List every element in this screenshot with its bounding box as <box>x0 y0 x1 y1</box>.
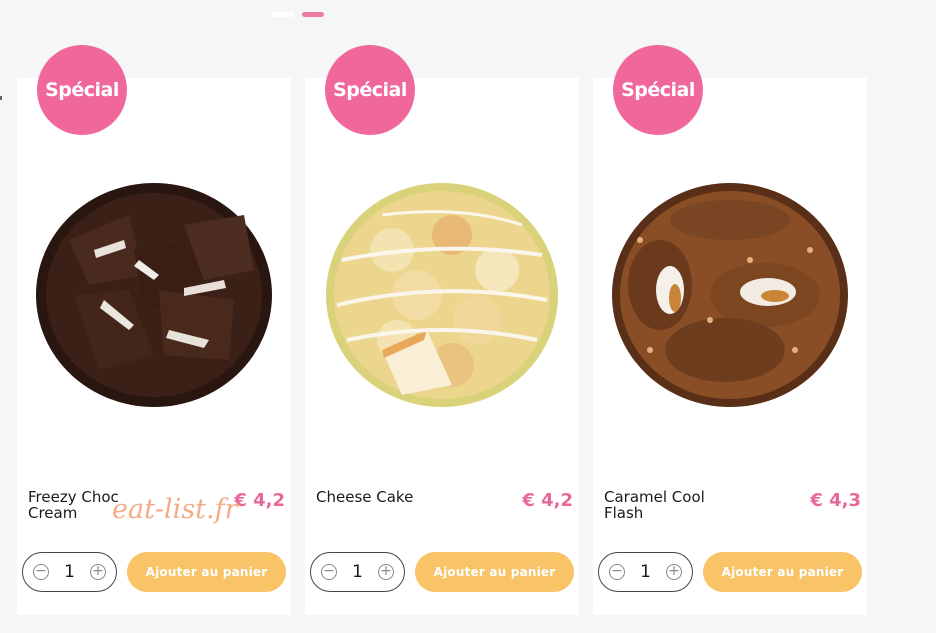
special-badge: Spécial <box>325 45 415 135</box>
add-to-cart-button[interactable]: Ajouter au panier <box>127 552 286 592</box>
quantity-value[interactable]: 1 <box>64 562 75 582</box>
minus-circle-icon[interactable]: − <box>609 564 625 580</box>
quantity-value[interactable]: 1 <box>352 562 363 582</box>
product-card: Spécial Freezy Choc Cream € 4,2 − 1 + Aj… <box>17 45 291 615</box>
product-name[interactable]: Cheese Cake <box>316 489 456 505</box>
product-price: € 4,2 <box>234 490 285 511</box>
edge-marker <box>0 96 2 100</box>
product-card: Spécial Cheese Cake € 4,2 − 1 + Ajouter … <box>305 45 579 615</box>
add-to-cart-button[interactable]: Ajouter au panier <box>415 552 574 592</box>
product-price: € 4,3 <box>810 490 861 511</box>
product-card: Spécial Caramel Cool Flash € 4,3 − 1 + A… <box>593 45 867 615</box>
cheesecake-donut-image <box>326 183 558 407</box>
carousel-dot-2-active[interactable] <box>302 12 324 17</box>
plus-circle-icon[interactable]: + <box>89 564 106 580</box>
quantity-stepper: − 1 + <box>598 552 693 592</box>
carousel-dot-1[interactable] <box>272 12 294 17</box>
quantity-stepper: − 1 + <box>310 552 405 592</box>
chocolate-donut-image <box>36 183 272 407</box>
special-badge: Spécial <box>37 45 127 135</box>
product-price: € 4,2 <box>522 490 573 511</box>
product-image[interactable] <box>322 180 562 410</box>
product-image[interactable] <box>34 180 274 410</box>
product-image[interactable] <box>610 180 850 410</box>
quantity-stepper: − 1 + <box>22 552 117 592</box>
product-name[interactable]: Freezy Choc Cream <box>28 489 168 521</box>
minus-circle-icon[interactable]: − <box>321 564 337 580</box>
plus-circle-icon[interactable]: + <box>377 564 394 580</box>
special-badge: Spécial <box>613 45 703 135</box>
product-name[interactable]: Caramel Cool Flash <box>604 489 744 521</box>
plus-circle-icon[interactable]: + <box>665 564 682 580</box>
minus-circle-icon[interactable]: − <box>33 564 49 580</box>
quantity-value[interactable]: 1 <box>640 562 651 582</box>
carousel-dots <box>272 12 324 17</box>
add-to-cart-button[interactable]: Ajouter au panier <box>703 552 862 592</box>
caramel-donut-image <box>612 183 848 407</box>
